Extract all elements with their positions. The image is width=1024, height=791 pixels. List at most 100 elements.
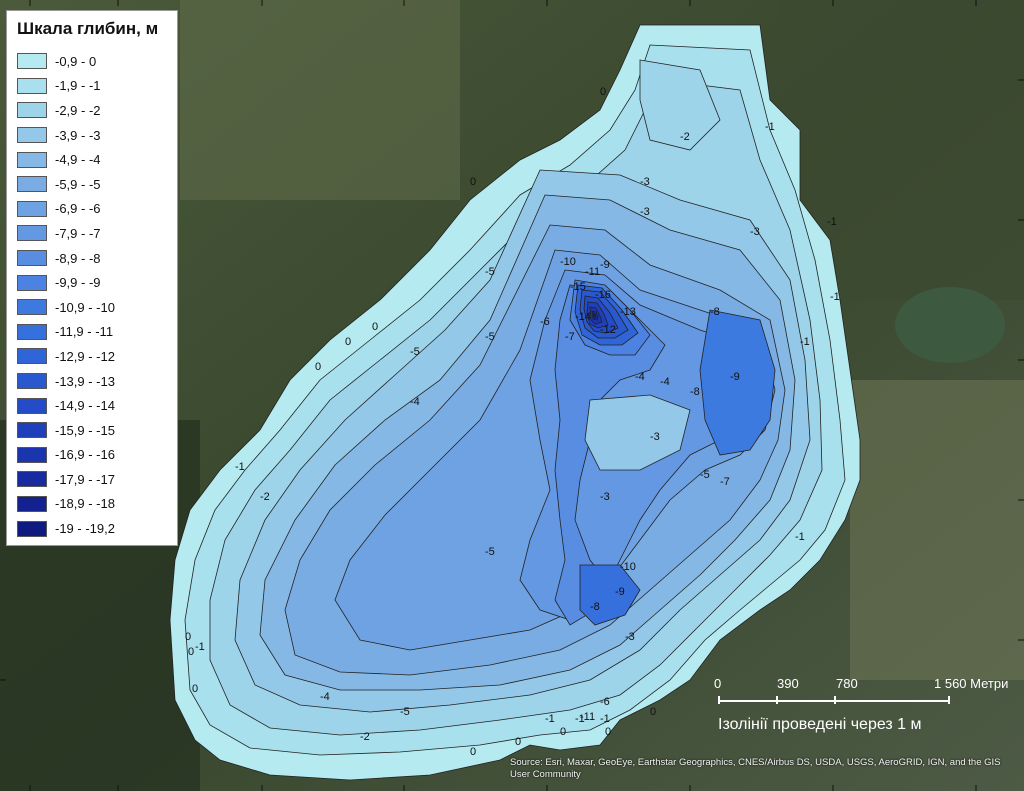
contour-label: 0: [188, 646, 194, 658]
contour-label: 0: [560, 726, 566, 738]
legend-swatch: [17, 471, 47, 488]
legend-item: -1,9 - -1: [17, 74, 167, 99]
legend-item: -2,9 - -2: [17, 98, 167, 123]
scale-bar-tick: [834, 696, 836, 704]
legend-swatch: [17, 446, 47, 463]
contour-label: -3: [625, 631, 635, 643]
legend-swatch: [17, 422, 47, 439]
contour-label: 0: [605, 726, 611, 738]
contour-label: -10: [620, 561, 636, 573]
legend-label: -1,9 - -1: [55, 78, 101, 94]
legend-label: -14,9 - -14: [55, 398, 115, 414]
depth-legend: Шкала глибин, м -0,9 - 0 -1,9 - -1 -2,9 - …: [6, 10, 178, 546]
depth-band-19: [593, 314, 596, 317]
legend-label: -19 - -19,2: [55, 521, 115, 537]
legend-swatch: [17, 77, 47, 94]
scale-bar-tick: [718, 696, 720, 704]
contour-label: -1: [795, 531, 805, 543]
legend-swatch: [17, 348, 47, 365]
contour-label: -4: [660, 376, 670, 388]
contour-label: -6: [600, 696, 610, 708]
scale-bar: 0 390 780 1 560 Метри Ізолінії проведені…: [700, 672, 1020, 742]
scale-bar-tick: [948, 696, 950, 704]
contour-label: -12: [600, 324, 616, 336]
legend-item: -18,9 - -18: [17, 492, 167, 517]
legend-item: -9,9 - -9: [17, 270, 167, 295]
legend-swatch: [17, 323, 47, 340]
map-canvas[interactable]: 0 0 0 0 0 0 0 0 0 0 0 0 0 -1 -1 -1 -1 -1 -1 -1 -1 -1 -1 -2 -2 -2-…: [0, 0, 1024, 791]
legend-title: Шкала глибин, м: [17, 19, 159, 38]
legend-swatch: [17, 250, 47, 267]
contour-label: -3: [750, 226, 760, 238]
contour-label: -4: [410, 396, 420, 408]
legend-label: -13,9 - -13: [55, 373, 115, 389]
legend-label: -4,9 - -4: [55, 152, 101, 168]
small-lake: [895, 287, 1005, 363]
contour-label: -9: [615, 586, 625, 598]
legend-label: -3,9 - -3: [55, 127, 101, 143]
contour-label: -3: [640, 176, 650, 188]
legend-swatch: [17, 397, 47, 414]
legend-label: -9,9 - -9: [55, 275, 101, 291]
legend-item: -13,9 - -13: [17, 369, 167, 394]
contour-label: -1: [195, 641, 205, 653]
legend-swatch: [17, 520, 47, 537]
contour-label: -2: [260, 491, 270, 503]
legend-item: -15,9 - -15: [17, 418, 167, 443]
contour-label: 0: [315, 361, 321, 373]
legend-item: -7,9 - -7: [17, 221, 167, 246]
legend-item: -14,9 - -14: [17, 393, 167, 418]
contour-label: -1: [235, 461, 245, 473]
contour-label: -3: [640, 206, 650, 218]
legend-swatch: [17, 127, 47, 144]
contour-label: -5: [485, 266, 495, 278]
legend-swatch: [17, 176, 47, 193]
legend-swatch: [17, 274, 47, 291]
contour-label: 0: [345, 336, 351, 348]
legend-swatch: [17, 102, 47, 119]
contour-label: -5: [700, 469, 710, 481]
legend-item: -17,9 - -17: [17, 467, 167, 492]
contour-label: -5: [410, 346, 420, 358]
contour-label: 0: [192, 683, 198, 695]
contour-label: -15: [570, 281, 586, 293]
contour-label: 0: [470, 746, 476, 758]
legend-label: -7,9 - -7: [55, 225, 101, 241]
contour-label: 0: [515, 736, 521, 748]
contour-label: -3: [650, 431, 660, 443]
legend-swatch: [17, 53, 47, 70]
legend-label: -8,9 - -8: [55, 250, 101, 266]
legend-item: -0,9 - 0: [17, 49, 167, 74]
scale-tick-label: 1 560 Метри: [934, 676, 1009, 691]
legend-item: -8,9 - -8: [17, 246, 167, 271]
contour-label: -16: [595, 289, 611, 301]
scale-tick-label: 0: [714, 676, 722, 691]
contour-label: -7: [565, 331, 575, 343]
legend-swatch: [17, 151, 47, 168]
contour-label: -1: [545, 713, 555, 725]
contour-label: -1: [800, 336, 810, 348]
contour-label: -9: [730, 371, 740, 383]
contour-label: 0: [372, 321, 378, 333]
legend-item: -19 - -19,2: [17, 516, 167, 541]
legend-label: -15,9 - -15: [55, 422, 115, 438]
scale-bar-tick: [776, 696, 778, 704]
contour-label: -2: [360, 731, 370, 743]
contour-label: -5: [400, 706, 410, 718]
legend-swatch: [17, 373, 47, 390]
scale-tick-label: 390: [777, 676, 799, 691]
contour-label: -4: [320, 691, 330, 703]
contour-label: -5: [485, 331, 495, 343]
legend-label: -18,9 - -18: [55, 496, 115, 512]
contour-label: -5: [485, 546, 495, 558]
contour-label: -6: [540, 316, 550, 328]
contour-label: -8: [590, 601, 600, 613]
contour-label: -1: [827, 216, 837, 228]
contour-label: -2: [680, 131, 690, 143]
contour-label: -11: [580, 711, 595, 723]
contour-label: -11: [585, 266, 600, 278]
scale-tick-label: 780: [836, 676, 858, 691]
fields-area: [850, 380, 1024, 680]
contour-label: -1: [600, 713, 610, 725]
legend-swatch: [17, 299, 47, 316]
